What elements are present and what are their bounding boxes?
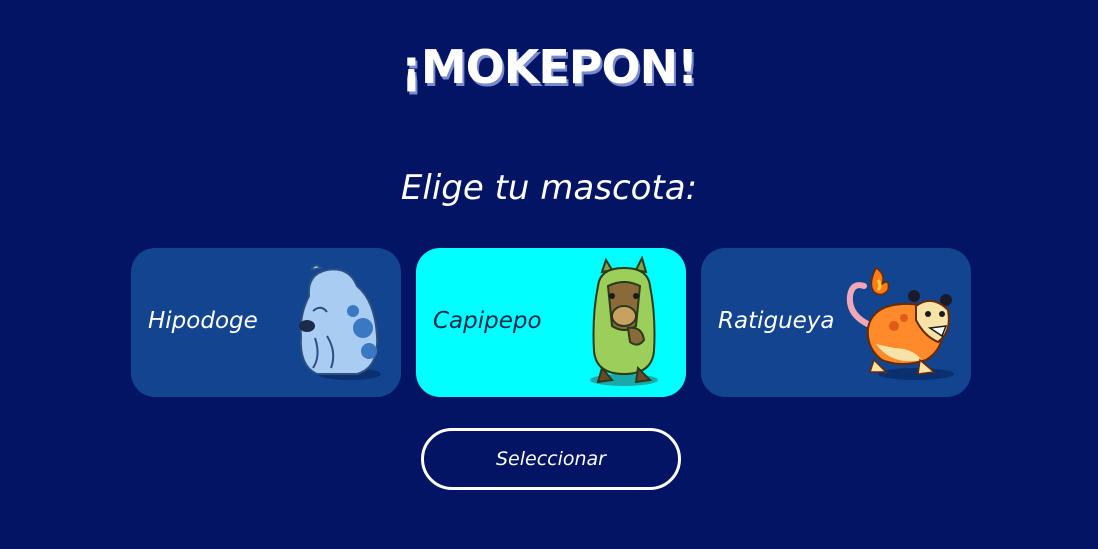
pet-name-capipepo: Capipepo	[433, 308, 542, 334]
pet-selector: Hipodoge Capipepo Ratigueya	[131, 248, 971, 397]
pet-card-capipepo[interactable]: Capipepo	[416, 248, 686, 397]
pet-card-ratigueya[interactable]: Ratigueya	[701, 248, 971, 397]
capipepo-icon	[590, 256, 658, 386]
page-title: ¡MOKEPON!	[400, 40, 698, 94]
ratigueya-icon	[846, 266, 954, 380]
pet-card-hipodoge[interactable]: Hipodoge	[131, 248, 401, 397]
hipodoge-icon	[299, 264, 381, 380]
pet-name-ratigueya: Ratigueya	[718, 308, 835, 334]
pet-prompt: Elige tu mascota:	[400, 168, 698, 208]
pet-name-hipodoge: Hipodoge	[148, 308, 258, 334]
select-pet-button[interactable]: Seleccionar	[421, 428, 681, 490]
